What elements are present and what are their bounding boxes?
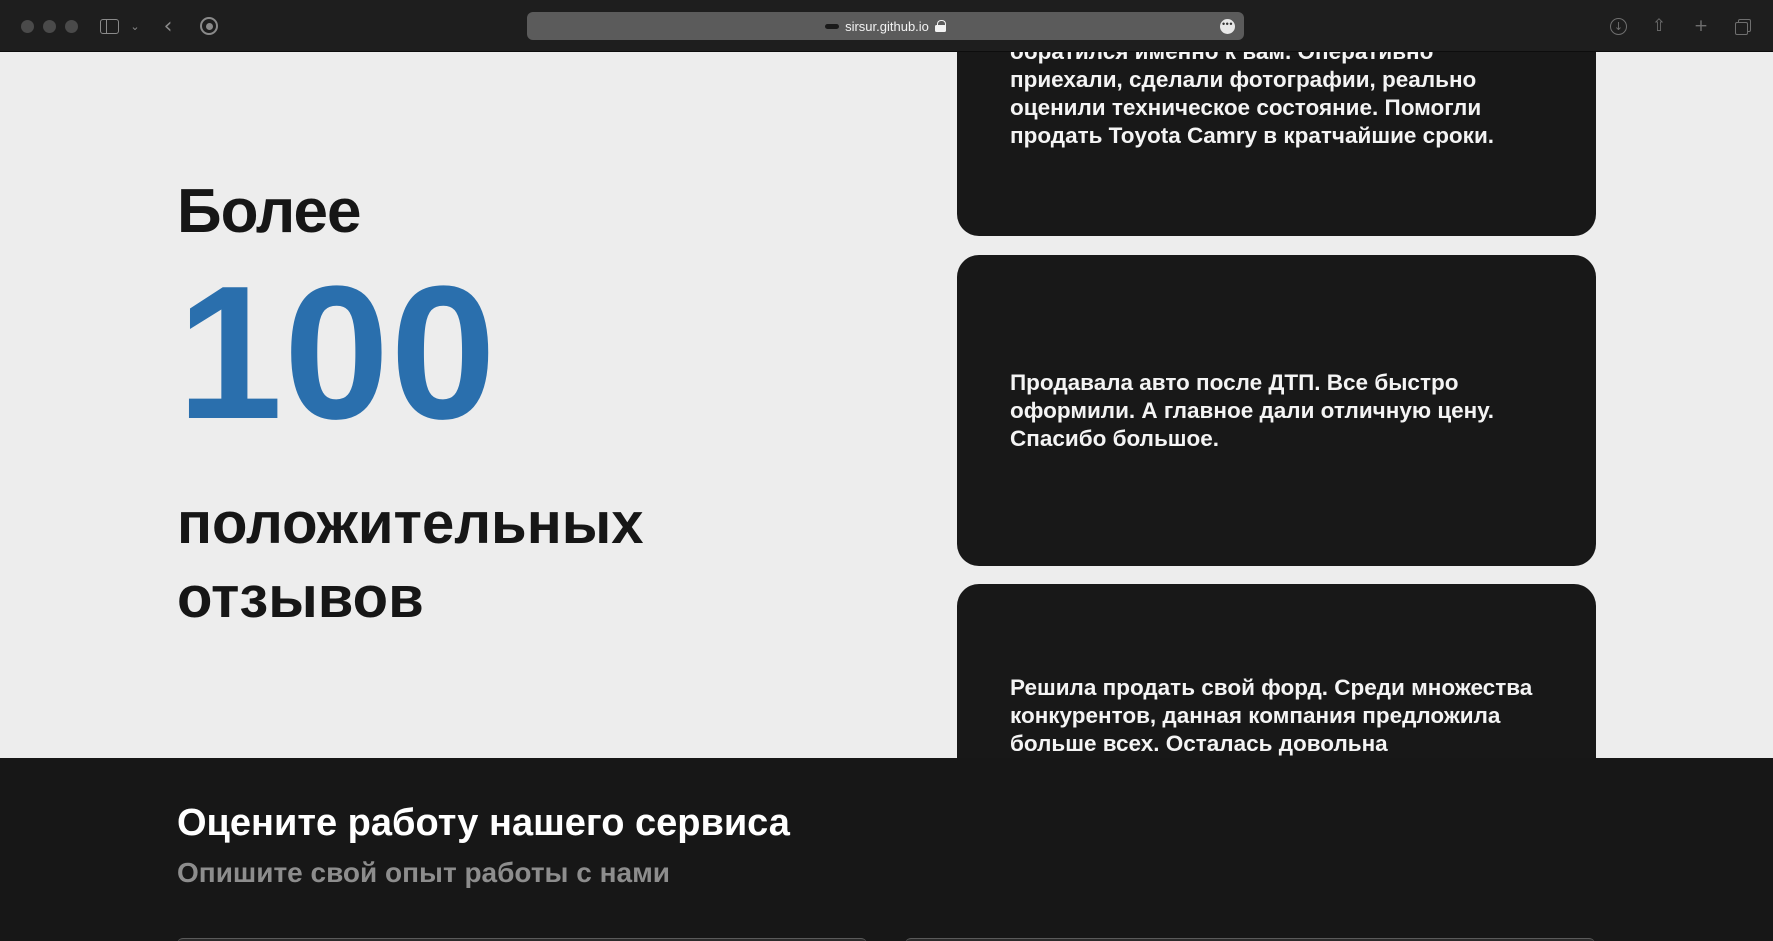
back-button[interactable]: ‹ [158,14,178,39]
new-tab-icon[interactable]: + [1691,14,1711,38]
toolbar-actions: ↓ ⇧ + [1610,14,1753,38]
mustache-icon [825,23,840,29]
review-text: обратился именно к вам. Оперативно приех… [1010,52,1495,148]
minimize-window-button[interactable] [43,20,56,33]
address-bar[interactable]: sirsur.github.io ••• [527,12,1244,40]
url-text: sirsur.github.io [845,18,929,34]
zoom-window-button[interactable] [65,20,78,33]
rate-service-section: Оцените работу нашего сервиса Опишите св… [0,758,1773,941]
browser-toolbar: ⌄ ‹ sirsur.github.io ••• ↓ ⇧ + [0,0,1773,52]
more-icon[interactable]: ••• [1220,19,1235,34]
tabs-overview-icon[interactable] [1733,14,1753,38]
rate-title: Оцените работу нашего сервиса [177,802,790,844]
rate-subtitle: Опишите свой опыт работы с нами [177,857,670,888]
review-text: Решила продать свой форд. Среди множеств… [1010,675,1533,756]
stat-suffix: положительных отзывов [177,491,644,630]
lock-icon [934,20,946,32]
share-icon[interactable]: ⇧ [1649,14,1669,38]
download-icon[interactable]: ↓ [1610,17,1627,35]
stat-number: 100 [177,247,498,459]
sidebar-toggle-button[interactable] [98,14,120,38]
review-card: Продавала авто после ДТП. Все быстро офо… [957,255,1596,566]
stat-prefix: Более [177,177,361,246]
page-viewport: Более 100 положительных отзывов обратилс… [0,52,1773,941]
close-window-button[interactable] [21,20,34,33]
window-controls [21,20,78,33]
chevron-down-icon[interactable]: ⌄ [128,14,142,38]
privacy-shield-icon[interactable] [198,14,220,38]
review-card: обратился именно к вам. Оперативно приех… [957,52,1596,236]
sidebar-icon [99,18,119,34]
review-text: Продавала авто после ДТП. Все быстро офо… [1010,369,1495,451]
